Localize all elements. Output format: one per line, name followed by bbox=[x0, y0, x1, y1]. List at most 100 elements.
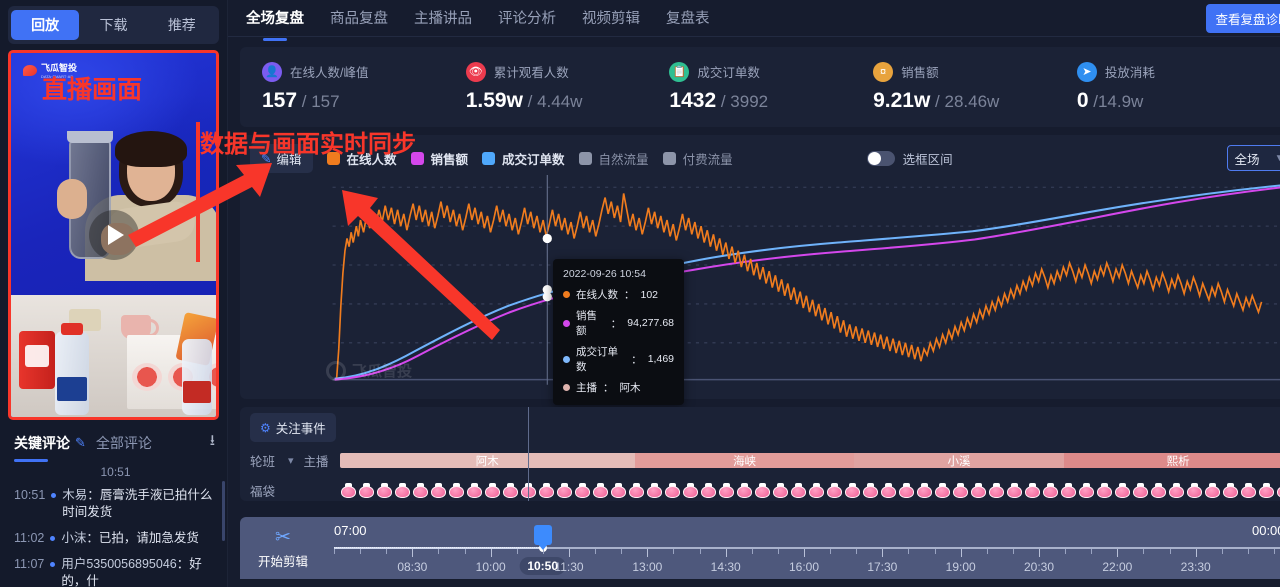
left-tab-download[interactable]: 下载 bbox=[79, 10, 147, 40]
lucky-bag-icon[interactable] bbox=[448, 482, 465, 499]
comment-body: 用户5350056895046：好的，什 bbox=[61, 557, 202, 587]
legend-item-sales[interactable]: 销售额 bbox=[410, 149, 468, 168]
scope-select[interactable]: 全场 ▼ bbox=[1226, 145, 1280, 171]
timeline-tick bbox=[621, 549, 623, 554]
lucky-bag-icon[interactable] bbox=[736, 482, 753, 499]
lucky-bag-icon[interactable] bbox=[376, 482, 393, 499]
lucky-bag-icon[interactable] bbox=[1078, 482, 1095, 499]
tab-full-review[interactable]: 全场复盘 bbox=[246, 0, 304, 37]
lucky-bag-icon[interactable] bbox=[574, 482, 591, 499]
left-tab-recommend[interactable]: 推荐 bbox=[148, 10, 216, 40]
chart-plot-area[interactable]: 飞瓜智投 2022-09-26 10:54 在线人数： 102 销售额： 94, bbox=[250, 175, 1280, 405]
tooltip-value: 阿木 bbox=[619, 382, 641, 394]
live-video-player[interactable]: 飞瓜智投 DATA·SMART·AD bbox=[8, 50, 219, 420]
lucky-bag-icon[interactable] bbox=[988, 482, 1005, 499]
lucky-bag-icon[interactable] bbox=[1258, 482, 1275, 499]
left-tab-playback[interactable]: 回放 bbox=[11, 10, 80, 40]
lucky-bag-icon[interactable] bbox=[916, 482, 933, 499]
timeline-track-area[interactable]: 07:00 00:00 10:50 08:3010:0011:3013:0014… bbox=[326, 517, 1280, 579]
lucky-bag-icon[interactable] bbox=[844, 482, 861, 499]
lucky-bag-icon[interactable] bbox=[430, 482, 447, 499]
lucky-bag-icon[interactable] bbox=[340, 482, 357, 499]
focus-events-button[interactable]: ⚙ 关注事件 bbox=[250, 413, 336, 442]
legend-item-online-viewers[interactable]: 在线人数 bbox=[326, 149, 397, 168]
lucky-bag-icon[interactable] bbox=[862, 482, 879, 499]
lucky-bag-icon[interactable] bbox=[1132, 482, 1149, 499]
lucky-bag-icon[interactable] bbox=[664, 482, 681, 499]
lucky-bag-icon[interactable] bbox=[1240, 482, 1257, 499]
comments-scrollbar[interactable] bbox=[222, 481, 225, 541]
lucky-bag-icon[interactable] bbox=[880, 482, 897, 499]
tab-review-table[interactable]: 复盘表 bbox=[666, 0, 710, 37]
tab-comment-analysis[interactable]: 评论分析 bbox=[498, 0, 556, 37]
download-icon[interactable]: ⭳ bbox=[210, 430, 215, 455]
timeline-marker-icon[interactable] bbox=[533, 525, 552, 545]
lucky-bag-icon[interactable] bbox=[934, 482, 951, 499]
lucky-bag-icon[interactable] bbox=[394, 482, 411, 499]
lucky-bag-icon[interactable] bbox=[556, 482, 573, 499]
lucky-bag-icon[interactable] bbox=[466, 482, 483, 499]
shift-segment[interactable]: 熙析 bbox=[1063, 453, 1280, 468]
shift-segment[interactable]: 海峡 bbox=[634, 453, 855, 468]
lucky-bag-icon[interactable] bbox=[1096, 482, 1113, 499]
legend-item-organic-traffic[interactable]: 自然流量 bbox=[578, 149, 649, 168]
comment-body: 小沫：已拍，请加急发货 bbox=[61, 531, 199, 545]
lucky-bag-icon[interactable] bbox=[1024, 482, 1041, 499]
tab-video-editing[interactable]: 视频剪辑 bbox=[582, 0, 640, 37]
tab-all-comments[interactable]: 全部评论 bbox=[96, 433, 152, 453]
filter-icon[interactable]: ▾ bbox=[288, 454, 294, 467]
tooltip-row: 成交订单数： 1,469 bbox=[563, 344, 674, 374]
lucky-bag-icon[interactable] bbox=[628, 482, 645, 499]
lucky-bag-icon[interactable] bbox=[682, 482, 699, 499]
lucky-bag-icon[interactable] bbox=[952, 482, 969, 499]
tab-key-comments[interactable]: 关键评论 ✎ bbox=[14, 433, 86, 453]
gear-icon: ⚙ bbox=[260, 420, 271, 435]
tooltip-timestamp: 2022-09-26 10:54 bbox=[563, 268, 646, 280]
lucky-bag-icon[interactable] bbox=[1276, 482, 1280, 499]
range-select-toggle[interactable] bbox=[866, 150, 895, 166]
view-diagnosis-button[interactable]: 查看复盘诊断 bbox=[1205, 3, 1280, 33]
legend-item-orders[interactable]: 成交订单数 bbox=[482, 149, 565, 168]
comments-list[interactable]: 10:51 10:51 木易：唇膏洗手液已拍什么时间发货 11:02 小沫：已拍… bbox=[0, 455, 227, 587]
lucky-bag-icon[interactable] bbox=[754, 482, 771, 499]
lucky-bag-icon[interactable] bbox=[898, 482, 915, 499]
shift-segment[interactable]: 阿木 bbox=[339, 453, 635, 468]
lucky-bag-icon[interactable] bbox=[358, 482, 375, 499]
lucky-bag-icon[interactable] bbox=[1150, 482, 1167, 499]
edit-button[interactable]: ✎ 编辑 bbox=[250, 143, 313, 173]
pencil-icon[interactable]: ✎ bbox=[75, 435, 86, 451]
lucky-bag-icon[interactable] bbox=[502, 482, 519, 499]
lucky-bag-icon[interactable] bbox=[808, 482, 825, 499]
play-icon[interactable] bbox=[88, 210, 139, 260]
lucky-bag-icon[interactable] bbox=[790, 482, 807, 499]
start-editing-button[interactable]: ✂ 开始剪辑 bbox=[240, 517, 326, 579]
timeline-axis[interactable] bbox=[334, 525, 1280, 552]
lucky-bag-icon[interactable] bbox=[700, 482, 717, 499]
lucky-bag-icon[interactable] bbox=[1186, 482, 1203, 499]
lucky-bag-icon[interactable] bbox=[1060, 482, 1077, 499]
legend-item-paid-traffic[interactable]: 付费流量 bbox=[662, 149, 733, 168]
lucky-bag-track[interactable] bbox=[340, 479, 1280, 501]
lucky-bag-icon[interactable] bbox=[646, 482, 663, 499]
lucky-bag-icon[interactable] bbox=[484, 482, 501, 499]
lucky-bag-icon[interactable] bbox=[772, 482, 789, 499]
tab-product-review[interactable]: 商品复盘 bbox=[330, 0, 388, 37]
tab-host-pitch[interactable]: 主播讲品 bbox=[414, 0, 472, 37]
lucky-bag-icon[interactable] bbox=[1114, 482, 1131, 499]
lucky-bag-icon[interactable] bbox=[1204, 482, 1221, 499]
lucky-bag-icon[interactable] bbox=[970, 482, 987, 499]
lucky-bag-icon[interactable] bbox=[1006, 482, 1023, 499]
lucky-bag-icon[interactable] bbox=[718, 482, 735, 499]
lucky-bag-icon[interactable] bbox=[1168, 482, 1185, 499]
lucky-bag-icon[interactable] bbox=[1042, 482, 1059, 499]
lucky-bag-icon[interactable] bbox=[538, 482, 555, 499]
shift-segment[interactable]: 小溪 bbox=[854, 453, 1064, 468]
comment-body: 木易：唇膏洗手液已拍什么时间发货 bbox=[62, 488, 213, 519]
lucky-bag-icon[interactable] bbox=[826, 482, 843, 499]
lucky-bag-icon[interactable] bbox=[1222, 482, 1239, 499]
lucky-bag-icon[interactable] bbox=[610, 482, 627, 499]
lucky-bag-icon[interactable] bbox=[412, 482, 429, 499]
lucky-bag-icon[interactable] bbox=[592, 482, 609, 499]
comments-header: 关键评论 ✎ 全部评论 ⭳ bbox=[0, 420, 227, 462]
shift-track[interactable]: 阿木 海峡 小溪 熙析 bbox=[339, 453, 1280, 468]
